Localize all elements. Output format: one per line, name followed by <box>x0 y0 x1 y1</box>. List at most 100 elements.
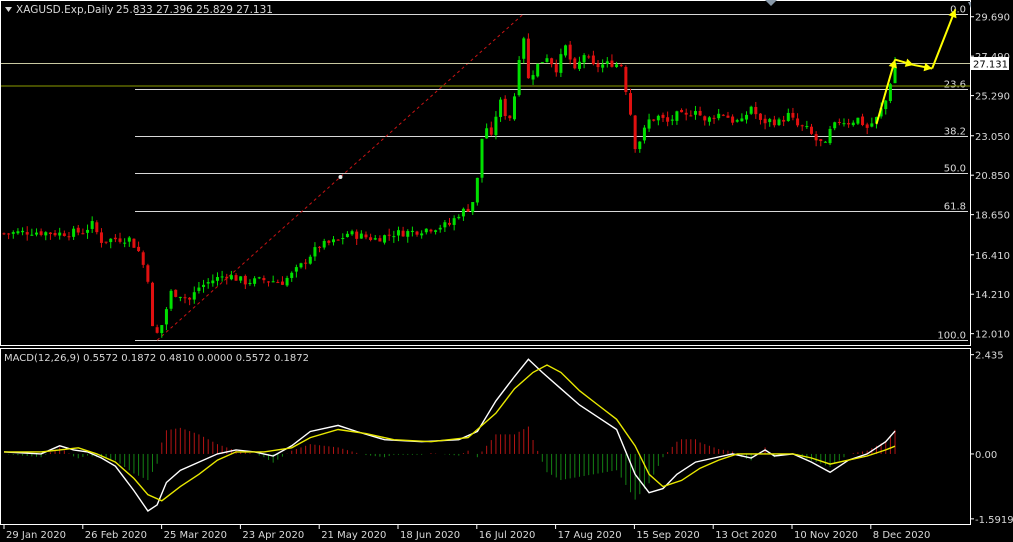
candle-body <box>192 292 196 300</box>
price-tick-label: 23.050 <box>975 132 1010 143</box>
candle-body <box>480 138 484 178</box>
candle-body <box>749 106 753 114</box>
candle-body <box>540 62 544 64</box>
candle-body <box>11 232 15 234</box>
candle-body <box>638 141 642 150</box>
candle-body <box>86 229 90 233</box>
candle-body <box>118 238 122 242</box>
price-tick-label: 16.410 <box>975 251 1010 262</box>
candle-body <box>870 123 874 127</box>
candle-body <box>294 267 298 272</box>
arrow-head-icon[interactable] <box>923 62 933 72</box>
candle-body <box>396 230 400 236</box>
candle-body <box>680 109 684 113</box>
candle-body <box>308 256 312 264</box>
candle-body <box>58 232 62 236</box>
candle-body <box>698 110 702 116</box>
time-tick-label: 10 Nov 2020 <box>794 530 858 541</box>
candle-body <box>276 282 280 284</box>
candle-body <box>406 231 410 237</box>
candle-body <box>675 111 679 121</box>
candle-body <box>777 119 781 126</box>
candle-body <box>851 122 855 126</box>
candle-body <box>884 100 888 110</box>
candle-body <box>331 239 335 243</box>
fib-level-label: 100.0 <box>937 331 966 342</box>
candle-body <box>601 64 605 68</box>
candle-body <box>763 118 767 124</box>
candle-body <box>856 117 860 124</box>
candle-body <box>327 240 331 243</box>
candle-body <box>615 64 619 67</box>
candle-body <box>141 252 145 265</box>
candle-body <box>814 134 818 141</box>
arrow-head-icon[interactable] <box>904 58 914 67</box>
candle-body <box>703 116 707 121</box>
macd-main-line <box>3 358 896 512</box>
candle-body <box>90 221 94 229</box>
candle-body <box>536 63 540 77</box>
candle-body <box>791 112 795 118</box>
fib-midpoint-anchor[interactable] <box>338 174 343 179</box>
candle-body <box>740 118 744 122</box>
candle-body <box>475 177 479 203</box>
candle-body <box>745 114 749 120</box>
candle-body <box>420 233 424 236</box>
candle-body <box>99 232 103 243</box>
candle-body <box>610 60 614 67</box>
candle-body <box>707 117 711 122</box>
candle-body <box>137 246 141 252</box>
time-tick-label: 25 Mar 2020 <box>164 530 227 541</box>
candle-body <box>782 119 786 122</box>
candle-body <box>796 118 800 126</box>
time-tick-label: 18 Jun 2020 <box>400 530 460 541</box>
candle-body <box>39 231 43 235</box>
candle-body <box>823 141 827 143</box>
candle-body <box>833 122 837 129</box>
fib-level-label: 50.0 <box>944 164 966 175</box>
candle-body <box>684 112 688 115</box>
candle-body <box>239 276 243 281</box>
candle-body <box>508 115 512 119</box>
projection-arrows[interactable] <box>875 9 957 125</box>
candle-body <box>229 275 233 280</box>
candle-body <box>211 280 215 284</box>
dropdown-triangle-icon[interactable] <box>5 7 12 12</box>
time-tick-label: 26 Feb 2020 <box>85 530 147 541</box>
fibonacci-levels[interactable]: 0.023.638.250.061.8100.0 <box>135 5 968 342</box>
fib-level-label: 38.2 <box>944 127 966 138</box>
candle-body <box>392 236 396 238</box>
candle-body <box>345 233 349 238</box>
time-tick-label: 29 Jan 2020 <box>6 530 66 541</box>
candle-body <box>888 84 892 102</box>
candle-body <box>220 276 224 278</box>
candle-body <box>25 232 29 235</box>
candle-body <box>188 297 192 300</box>
candle-body <box>155 327 159 333</box>
candle-body <box>837 121 841 123</box>
candle-body <box>573 58 577 69</box>
candle-body <box>503 98 507 117</box>
time-tick-label: 16 Jul 2020 <box>479 530 536 541</box>
candle-body <box>689 115 693 117</box>
candle-body <box>322 240 326 248</box>
candle-body <box>21 230 25 233</box>
candle-body <box>434 230 438 232</box>
candle-body <box>670 119 674 121</box>
candle-body <box>499 99 503 117</box>
current-price-badge: 27.131 <box>971 57 1009 71</box>
projection-arrow-shaft[interactable] <box>931 9 957 69</box>
candle-body <box>847 123 851 125</box>
candle-body <box>809 126 813 134</box>
candle-body <box>248 282 252 284</box>
candle-body <box>53 233 57 236</box>
candle-body <box>754 106 758 115</box>
candle-body <box>605 61 609 64</box>
fib-level-label: 61.8 <box>944 202 966 213</box>
candle-body <box>95 222 99 233</box>
candle-body <box>127 237 131 242</box>
candle-body <box>466 208 470 212</box>
scroll-marker-icon[interactable] <box>765 0 777 6</box>
candle-body <box>341 238 345 240</box>
candle-body <box>842 123 846 125</box>
